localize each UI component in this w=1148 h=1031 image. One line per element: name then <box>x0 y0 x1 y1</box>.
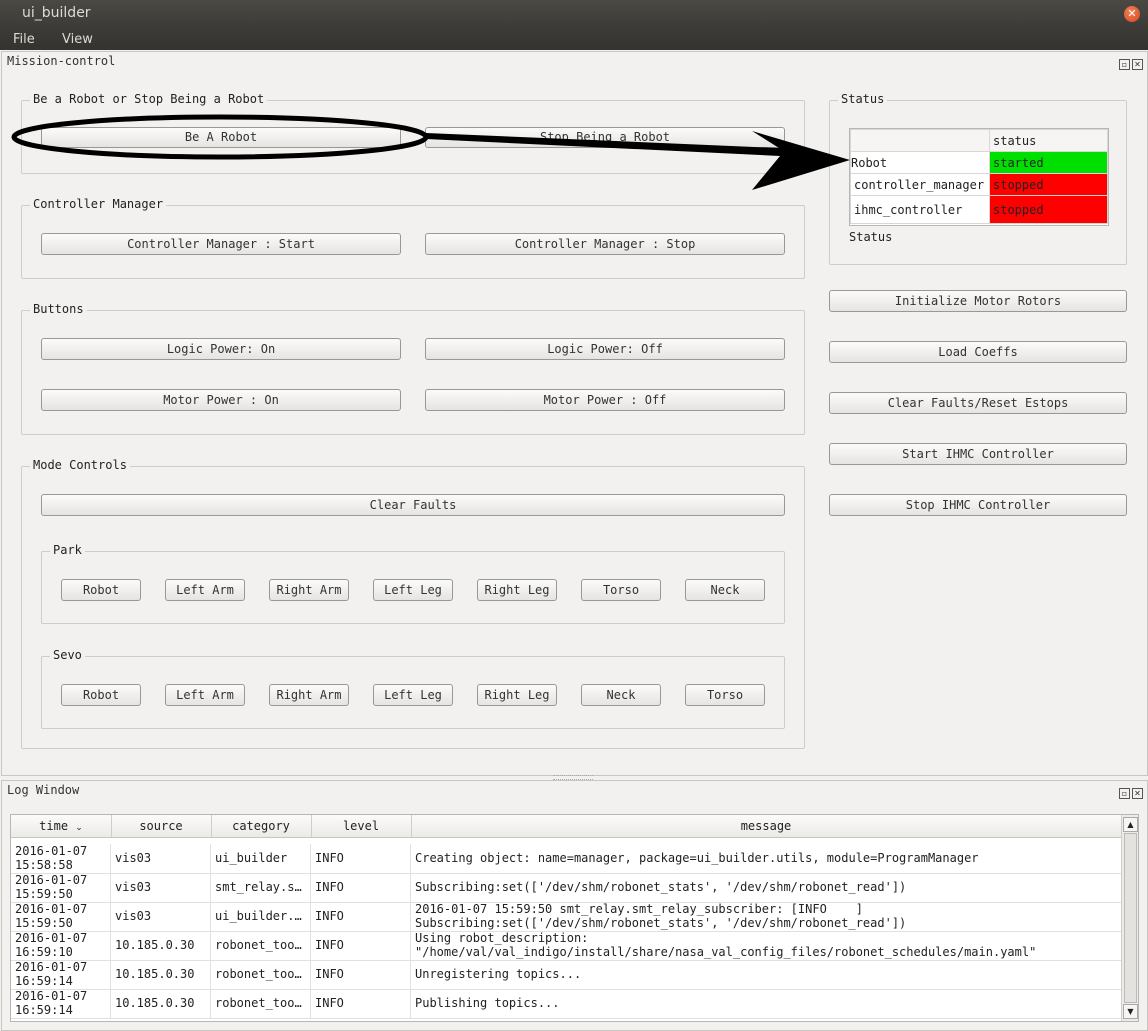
log-category: robonet_too… <box>211 931 311 960</box>
table-row[interactable]: 2016-01-07 16:59:14 10.185.0.30 robonet_… <box>11 960 1121 990</box>
log-time: 2016-01-07 15:58:58 <box>11 844 111 873</box>
log-window-title: Log Window <box>7 783 80 797</box>
log-message: 2016-01-07 15:59:50 smt_relay.smt_relay_… <box>415 902 907 930</box>
log-time: 2016-01-07 16:59:10 <box>11 931 111 960</box>
log-message: Subscribing:set(['/dev/shm/robonet_stats… <box>415 880 907 894</box>
log-source: 10.185.0.30 <box>111 931 211 960</box>
table-row[interactable]: 2016-01-07 16:59:10 10.185.0.30 robonet_… <box>11 931 1121 961</box>
sort-chevron-icon[interactable]: ⌄ <box>75 823 83 833</box>
log-level: INFO <box>311 960 411 989</box>
col-message[interactable]: message <box>411 815 1121 837</box>
col-level[interactable]: level <box>311 815 412 837</box>
col-source[interactable]: source <box>111 815 212 837</box>
log-source: vis03 <box>111 902 211 931</box>
col-time[interactable]: time ⌄ <box>11 815 112 837</box>
log-category: ui_builder <box>211 844 311 873</box>
close-dock-icon[interactable]: ✕ <box>1132 788 1143 799</box>
log-source: vis03 <box>111 844 211 873</box>
pointer-arrow <box>426 131 850 190</box>
col-time-label: time <box>39 819 69 833</box>
log-message: Unregistering topics... <box>415 967 582 981</box>
log-time: 2016-01-07 16:59:14 <box>11 960 111 989</box>
log-scrollbar[interactable]: ▲ ▼ <box>1121 815 1138 1021</box>
log-header: time ⌄ source category level message <box>11 815 1121 838</box>
col-category[interactable]: category <box>211 815 312 837</box>
log-category: smt_relay.s… <box>211 873 311 902</box>
log-category: ui_builder.… <box>211 902 311 931</box>
table-row[interactable]: 2016-01-07 15:58:58 vis03 ui_builder INF… <box>11 844 1121 874</box>
scroll-thumb[interactable] <box>1124 833 1137 1003</box>
table-row[interactable]: 2016-01-07 16:59:14 10.185.0.30 robonet_… <box>11 989 1121 1019</box>
float-icon[interactable]: ▫ <box>1119 788 1130 799</box>
log-category: robonet_too… <box>211 960 311 989</box>
scroll-up-icon[interactable]: ▲ <box>1123 817 1138 832</box>
table-row[interactable]: 2016-01-07 15:59:50 vis03 smt_relay.s… I… <box>11 873 1121 903</box>
log-time: 2016-01-07 15:59:50 <box>11 873 111 902</box>
log-source: 10.185.0.30 <box>111 960 211 989</box>
log-level: INFO <box>311 873 411 902</box>
log-message: Using robot_description: "/home/val/val_… <box>415 931 1037 959</box>
log-category: robonet_too… <box>211 989 311 1018</box>
log-source: 10.185.0.30 <box>111 989 211 1018</box>
log-message: Publishing topics... <box>415 996 560 1010</box>
log-level: INFO <box>311 931 411 960</box>
log-message: Creating object: name=manager, package=u… <box>415 851 979 865</box>
scroll-down-icon[interactable]: ▼ <box>1123 1004 1138 1019</box>
highlight-ellipse <box>11 114 429 160</box>
table-row[interactable]: 2016-01-07 15:59:50 vis03 ui_builder.… I… <box>11 902 1121 932</box>
log-level: INFO <box>311 902 411 931</box>
log-table: time ⌄ source category level message 201… <box>10 814 1139 1022</box>
log-time: 2016-01-07 16:59:14 <box>11 989 111 1018</box>
log-time: 2016-01-07 15:59:50 <box>11 902 111 931</box>
log-level: INFO <box>311 844 411 873</box>
log-level: INFO <box>311 989 411 1018</box>
log-source: vis03 <box>111 873 211 902</box>
